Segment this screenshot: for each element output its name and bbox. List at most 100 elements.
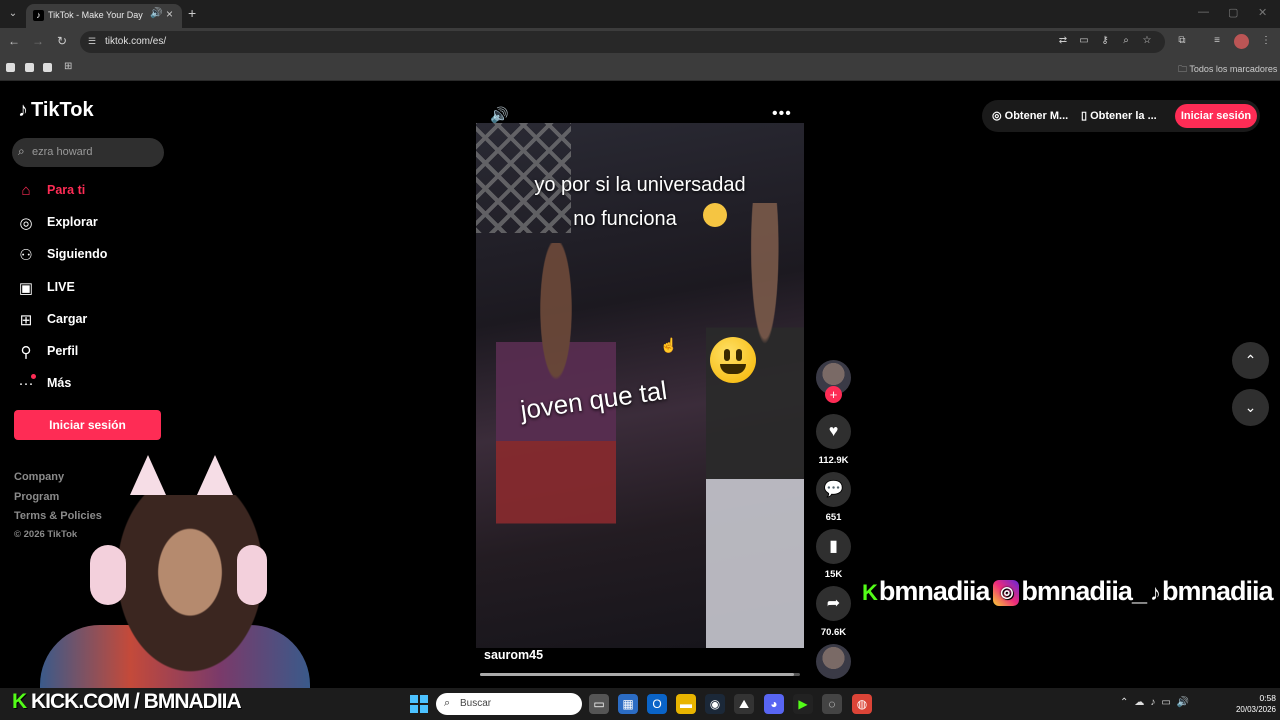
browser-toolbar: ← → ↻ ☰ tiktok.com/es/ ⇄ ▭ ⚷ ⌕ ☆ ⧉ ≡ ⋮ [0,28,1280,56]
reload-icon[interactable]: ↻ [54,34,70,48]
tiktok-logo-icon: ♪ [1149,579,1161,605]
tiktok-logo[interactable]: ♪ TikTok [18,99,94,122]
header-login-button[interactable]: Iniciar sesión [1175,104,1257,128]
system-tray-icons[interactable]: ⌃☁♪▭🔊 [1120,697,1195,708]
bookmark-icon[interactable] [43,63,52,72]
kick-handle: bmnadiia [878,576,991,606]
windows-logo-pane [420,695,428,703]
cast-icon[interactable]: ▭ [1077,35,1091,46]
browser-profile-avatar[interactable] [1234,34,1249,49]
tab-close-icon[interactable]: × [166,7,173,21]
cat-ear-headphone [130,455,166,495]
video-progress-bar[interactable] [480,673,800,676]
nav-label: Para ti [47,183,86,197]
follow-plus-icon[interactable]: + [825,386,842,403]
tab-list-icon[interactable]: ⌄ [4,5,22,23]
windows-start-icon[interactable] [410,695,428,713]
tab-audio-icon[interactable]: 🔊 [150,8,162,19]
taskbar-search[interactable]: ⌕ Buscar [436,693,582,715]
share-button[interactable]: ➦ [816,586,851,621]
get-app-label: Obtener la ... [1090,110,1157,122]
login-button[interactable]: Iniciar sesión [14,410,161,440]
share-icon: ➦ [826,595,841,612]
emoji-eye [724,349,730,361]
password-key-icon[interactable]: ⚷ [1098,35,1112,46]
new-tab-icon[interactable]: + [188,5,196,21]
store-icon[interactable]: ▦ [618,694,638,714]
discord-icon[interactable]: ◕ [764,694,784,714]
obs-icon[interactable]: ◌ [822,694,842,714]
chrome-icon[interactable]: ◍ [852,694,872,714]
minimize-icon[interactable]: — [1198,6,1209,18]
zoom-icon[interactable]: ⌕ [1119,35,1133,46]
bookmarks-bar: ⊞ 🗀 Todos los marcadores [0,56,1280,81]
share-count: 70.6K [820,627,847,638]
tab-title: TikTok - Make Your Day [48,10,143,20]
like-count: 112.9K [818,455,849,466]
nav-item-cargar[interactable]: ⊞ Cargar [16,309,166,333]
video-player[interactable]: yo por si la universadad no funciona jov… [476,123,804,648]
comment-icon: 💬 [823,481,844,498]
logo-text: TikTok [31,99,94,121]
kick-app-icon[interactable]: ▶ [793,694,813,714]
previous-video-button[interactable]: ⌃ [1232,342,1269,379]
extensions-icon[interactable]: ⧉ [1175,35,1189,46]
search-input[interactable] [32,141,160,163]
browser-menu-icon[interactable]: ⋮ [1259,35,1273,46]
apps-grid-icon[interactable]: ⊞ [64,61,72,72]
next-video-button[interactable]: ⌄ [1232,389,1269,426]
save-button[interactable]: ▮ [816,529,851,564]
bookmark-star-icon[interactable]: ☆ [1140,35,1154,46]
clock-date[interactable]: 20/03/2026 [1226,705,1276,714]
tiktok-handle: bmnadiia [1161,576,1274,606]
bookmark-icon[interactable] [25,63,34,72]
maximize-icon[interactable]: ▢ [1228,6,1238,19]
get-coins-button[interactable]: ◎ Obtener M... [992,109,1068,122]
search-icon: ⌕ [444,697,451,709]
profile-icon: ⚲ [20,344,32,361]
window-close-icon[interactable]: ✕ [1258,6,1267,19]
nav-label: Perfil [47,344,79,358]
nav-label: Más [47,376,72,390]
clock-time[interactable]: 0:58 [1240,693,1276,703]
nav-item-siguiendo[interactable]: ⚇ Siguiendo [16,244,166,268]
nav-item-para-ti[interactable]: ⌂ Para ti [16,180,166,204]
following-icon: ⚇ [19,247,33,264]
comment-button[interactable]: 💬 [816,472,851,507]
nav-item-live[interactable]: ▣ LIVE [16,277,166,301]
volume-icon[interactable]: 🔊 [490,106,509,124]
more-options-icon[interactable]: ••• [772,105,792,123]
get-app-button[interactable]: ▯ Obtener la ... [1081,109,1157,122]
address-bar[interactable]: ☰ tiktok.com/es/ ⇄ ▭ ⚷ ⌕ ☆ [80,31,1165,53]
bookmark-icon[interactable] [6,63,15,72]
back-icon[interactable]: ← [6,34,22,48]
task-view-icon[interactable]: ▭ [589,694,609,714]
webcam-overlay [0,455,310,688]
next-video-avatar[interactable] [816,644,851,679]
site-info-icon[interactable]: ☰ [88,36,96,47]
browser-tab[interactable]: ♪ TikTok - Make Your Day 🔊 × [26,4,182,28]
kick-url-text: KICK.COM / BMNADIIA [31,690,242,713]
save-count: 15K [824,569,843,580]
app-icon[interactable]: ⛰ [734,694,754,714]
headphone [237,545,267,605]
forward-icon[interactable]: → [30,34,46,48]
kick-logo-icon: K [12,690,31,713]
nav-item-mas[interactable]: ··· Más [16,373,166,397]
outlook-icon[interactable]: O [647,694,667,714]
instagram-handle: bmnadiia_ [1021,576,1147,606]
nav-item-explorar[interactable]: ◎ Explorar [16,212,166,236]
kick-url-overlay: K KICK.COM / BMNADIIA [12,690,242,714]
steam-icon[interactable]: ◉ [705,694,725,714]
like-button[interactable]: ♥ [816,414,851,449]
windows-logo-pane [420,705,428,713]
search-icon[interactable]: ⌕ [18,144,25,159]
nav-item-perfil[interactable]: ⚲ Perfil [16,341,166,365]
search-box[interactable]: ⌕ [12,138,164,167]
file-explorer-icon[interactable]: ▬ [676,694,696,714]
tab-search-icon[interactable]: ≡ [1210,35,1224,46]
url-text[interactable]: tiktok.com/es/ [105,36,166,47]
all-bookmarks-folder[interactable]: 🗀 Todos los marcadores [1178,62,1277,78]
translate-icon[interactable]: ⇄ [1056,35,1070,46]
video-author[interactable]: saurom45 [484,648,543,662]
